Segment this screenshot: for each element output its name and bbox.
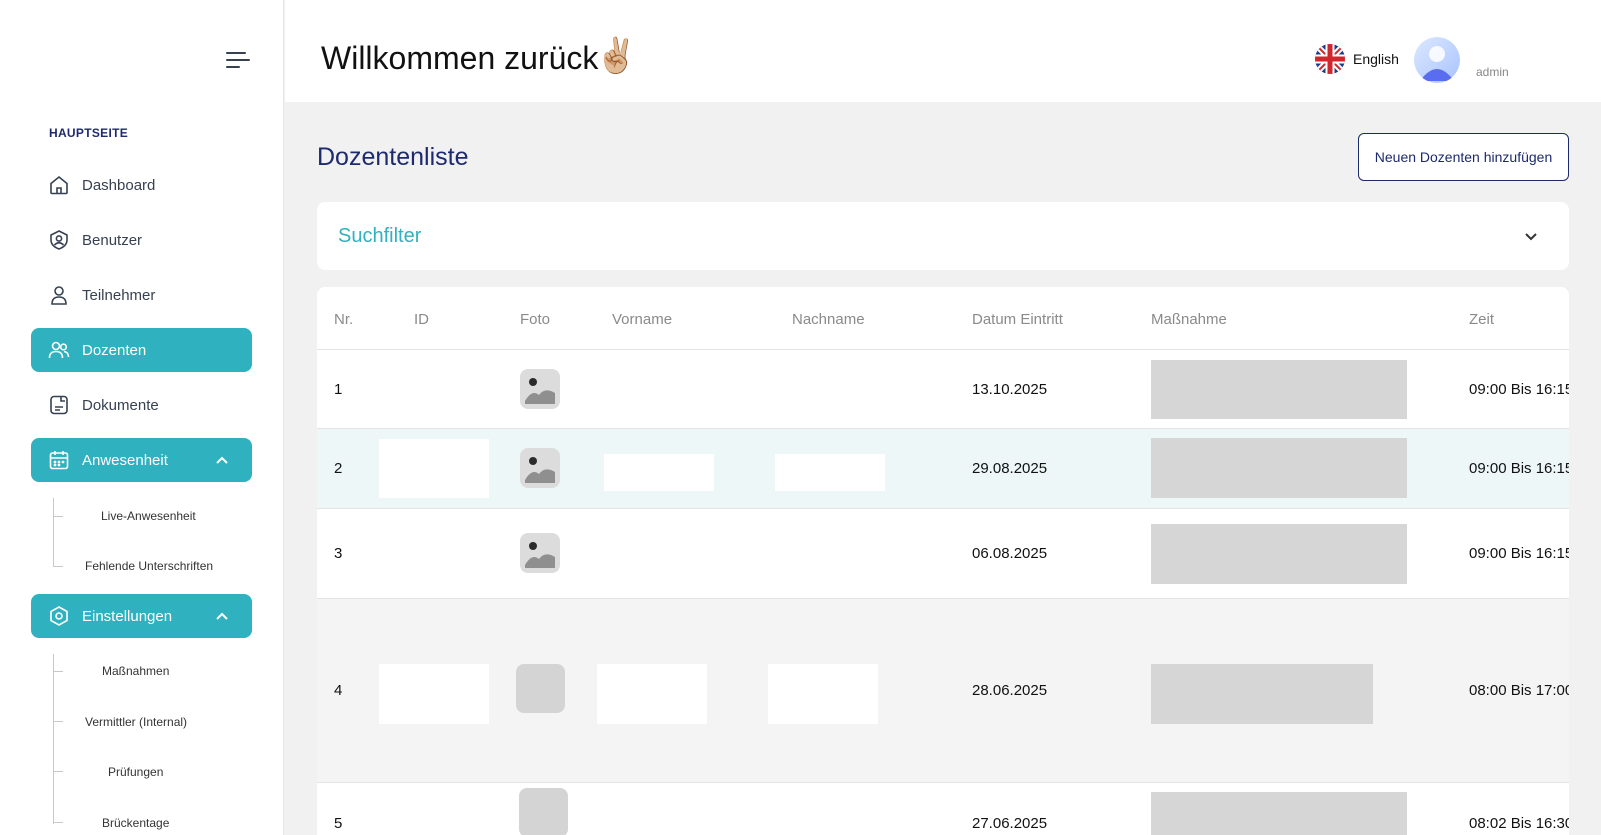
measure-placeholder (1151, 664, 1373, 724)
submenu-item-live-anwesenheit[interactable]: Live-Anwesenheit (101, 509, 196, 523)
sidebar-item-dozenten[interactable]: Dozenten (31, 328, 252, 372)
row-number: 2 (334, 460, 343, 477)
calendar-icon (48, 449, 70, 471)
column-header-time: Zeit (1469, 311, 1495, 328)
submenu-item-brueckentage[interactable]: Brückentage (102, 816, 169, 830)
column-header-first-name: Vorname (612, 311, 673, 328)
table-row[interactable]: 2 29.08.2025 09:00 Bis 16:15 (317, 428, 1569, 508)
language-switcher[interactable]: English (1315, 44, 1399, 74)
time-range: 09:00 Bis 16:15 (1469, 545, 1569, 562)
submenu-tick (53, 566, 63, 567)
first-name-placeholder (604, 454, 714, 491)
sidebar-item-label: Einstellungen (82, 607, 173, 625)
user-avatar[interactable] (1414, 37, 1460, 83)
column-header-photo: Foto (520, 311, 551, 328)
table-row[interactable]: 1 13.10.2025 09:00 Bis 16:15 (317, 349, 1569, 428)
user-shield-icon (48, 229, 70, 251)
table-row[interactable]: 4 28.06.2025 08:00 Bis 17:00 (317, 598, 1569, 782)
table-row[interactable]: 3 06.08.2025 09:00 Bis 16:15 (317, 508, 1569, 598)
sidebar-item-dashboard[interactable]: Dashboard (31, 163, 252, 207)
document-icon (48, 394, 70, 416)
measure-placeholder (1151, 438, 1407, 498)
lecturer-table: Nr. ID Foto Vorname Nachname Datum Eintr… (317, 287, 1569, 835)
submenu-tick (53, 721, 63, 722)
photo-placeholder (519, 788, 568, 835)
table-row[interactable]: 5 27.06.2025 08:02 Bis 16:30 (317, 782, 1569, 835)
time-range: 08:00 Bis 17:00 (1469, 682, 1569, 699)
submenu-item-massnahmen[interactable]: Maßnahmen (102, 664, 169, 678)
last-name-placeholder (768, 664, 878, 724)
sidebar-item-teilnehmer[interactable]: Teilnehmer (31, 273, 252, 317)
welcome-title: Willkommen zurück (321, 40, 599, 76)
entry-date: 13.10.2025 (972, 381, 1048, 398)
chevron-down-icon[interactable] (1523, 228, 1539, 244)
users-icon (48, 339, 70, 361)
sidebar-section-title: HAUPTSEITE (49, 126, 129, 140)
uk-flag-icon (1315, 44, 1345, 74)
sidebar-item-anwesenheit[interactable]: Anwesenheit (31, 438, 252, 482)
sidebar-item-dokumente[interactable]: Dokumente (31, 383, 252, 427)
submenu-tick (53, 822, 63, 823)
submenu-tick (53, 516, 63, 517)
measure-placeholder (1151, 792, 1407, 835)
column-header-id: ID (414, 311, 429, 328)
submenu-line (53, 498, 54, 566)
time-range: 09:00 Bis 16:15 (1469, 460, 1569, 477)
submenu-item-vermittler[interactable]: Vermittler (Internal) (85, 715, 187, 729)
sidebar-item-label: Anwesenheit (82, 451, 168, 469)
entry-date: 29.08.2025 (972, 460, 1048, 477)
chevron-up-icon[interactable] (214, 608, 230, 624)
person-icon (48, 284, 70, 306)
row-number: 3 (334, 545, 343, 562)
page-title: Dozentenliste (317, 143, 469, 171)
row-number: 4 (334, 682, 343, 699)
first-name-placeholder (597, 664, 707, 724)
search-filter-panel[interactable]: Suchfilter (317, 202, 1569, 270)
username-label: admin (1476, 65, 1509, 79)
image-placeholder-icon (520, 448, 560, 488)
entry-date: 06.08.2025 (972, 545, 1048, 562)
id-placeholder (379, 664, 489, 724)
submenu-item-pruefungen[interactable]: Prüfungen (108, 765, 163, 779)
sidebar-item-label: Benutzer (82, 231, 143, 249)
column-header-entry-date: Datum Eintritt (972, 311, 1063, 328)
image-placeholder-icon (520, 533, 560, 573)
menu-toggle-icon[interactable] (226, 51, 250, 69)
time-range: 08:02 Bis 16:30 (1469, 815, 1569, 832)
add-lecturer-button[interactable]: Neuen Dozenten hinzufügen (1358, 133, 1569, 181)
submenu-tick (53, 771, 63, 772)
sidebar: HAUPTSEITE Dashboard Benutzer Teilnehmer… (0, 0, 284, 835)
entry-date: 28.06.2025 (972, 682, 1048, 699)
sidebar-item-label: Dashboard (82, 176, 156, 194)
settings-icon (48, 605, 70, 627)
photo-placeholder (516, 664, 565, 713)
submenu-line (53, 654, 54, 824)
column-header-measure: Maßnahme (1151, 311, 1227, 328)
image-placeholder-icon (520, 369, 560, 409)
home-icon (48, 174, 70, 196)
submenu-item-fehlende-unterschriften[interactable]: Fehlende Unterschriften (85, 559, 213, 573)
sidebar-item-einstellungen[interactable]: Einstellungen (31, 594, 252, 638)
row-number: 5 (334, 815, 343, 832)
measure-placeholder (1151, 360, 1407, 419)
entry-date: 27.06.2025 (972, 815, 1048, 832)
id-placeholder (379, 439, 489, 498)
submenu-tick (53, 671, 63, 672)
sidebar-item-benutzer[interactable]: Benutzer (31, 218, 252, 262)
column-header-nr: Nr. (334, 311, 354, 328)
last-name-placeholder (775, 454, 885, 491)
row-number: 1 (334, 381, 343, 398)
sidebar-item-label: Teilnehmer (82, 286, 156, 304)
sidebar-item-label: Dozenten (82, 341, 147, 359)
peace-hand-icon: ✌🏼 (595, 37, 638, 75)
measure-placeholder (1151, 524, 1407, 584)
sidebar-item-label: Dokumente (82, 396, 159, 414)
app: HAUPTSEITE Dashboard Benutzer Teilnehmer… (0, 0, 1601, 835)
chevron-up-icon[interactable] (214, 452, 230, 468)
language-label: English (1353, 51, 1399, 67)
column-header-last-name: Nachname (792, 311, 865, 328)
time-range: 09:00 Bis 16:15 (1469, 381, 1569, 398)
top-header: Willkommen zurück ✌🏼 English admin (285, 0, 1601, 102)
search-filter-title: Suchfilter (338, 225, 422, 247)
